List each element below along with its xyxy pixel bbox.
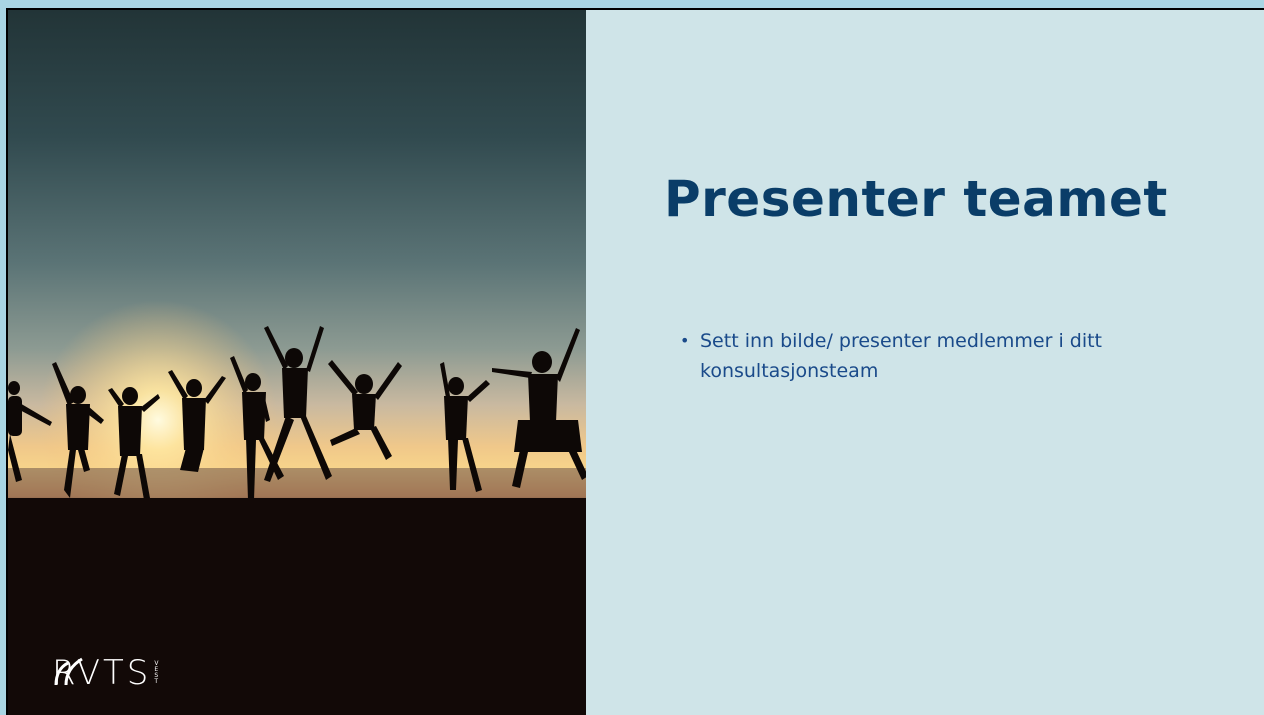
slide-title: Presenter teamet: [664, 170, 1168, 228]
leaf-logo-icon: [54, 657, 83, 686]
beach-sunset-image: [8, 300, 586, 715]
bullet-dot: •: [680, 331, 690, 350]
bullet-text: Sett inn bilde/ presenter medlemmer i di…: [700, 330, 1103, 382]
logo-sub-text: V E S T: [154, 660, 159, 685]
slide: RVTS V E S T Presenter teamet • Sett inn…: [8, 10, 1264, 715]
bullet-item: • Sett inn bilde/ presenter medlemmer i …: [680, 326, 1170, 386]
rvts-logo: RVTS V E S T: [52, 655, 158, 691]
content-panel: Presenter teamet • Sett inn bilde/ prese…: [586, 10, 1264, 715]
photo-panel: RVTS V E S T: [8, 10, 586, 715]
slide-frame: RVTS V E S T Presenter teamet • Sett inn…: [6, 8, 1264, 715]
sea-strip: [8, 468, 586, 498]
bullet-list: • Sett inn bilde/ presenter medlemmer i …: [680, 326, 1170, 386]
